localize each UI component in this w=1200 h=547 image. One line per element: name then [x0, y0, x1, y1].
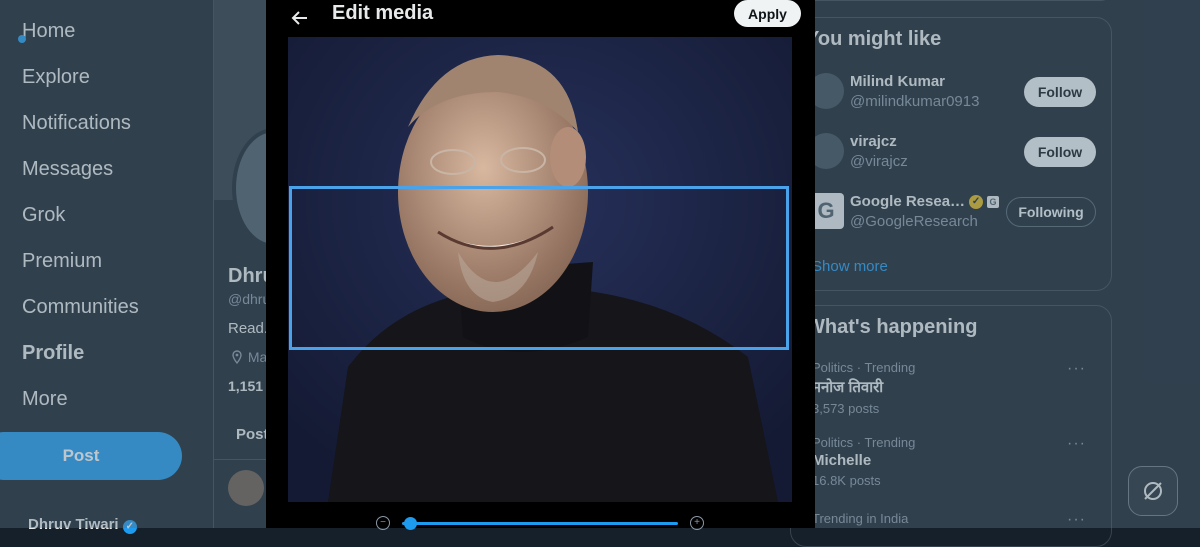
zoom-track[interactable]: [402, 522, 678, 525]
edit-media-dialog: Edit media Apply − +: [266, 0, 815, 530]
back-button[interactable]: [282, 6, 318, 30]
crop-frame[interactable]: [289, 186, 789, 350]
arrow-left-icon: [291, 11, 307, 25]
apply-button[interactable]: Apply: [734, 0, 801, 27]
dialog-title: Edit media: [332, 2, 434, 24]
zoom-thumb[interactable]: [404, 517, 417, 530]
zoom-slider[interactable]: − +: [376, 514, 704, 530]
